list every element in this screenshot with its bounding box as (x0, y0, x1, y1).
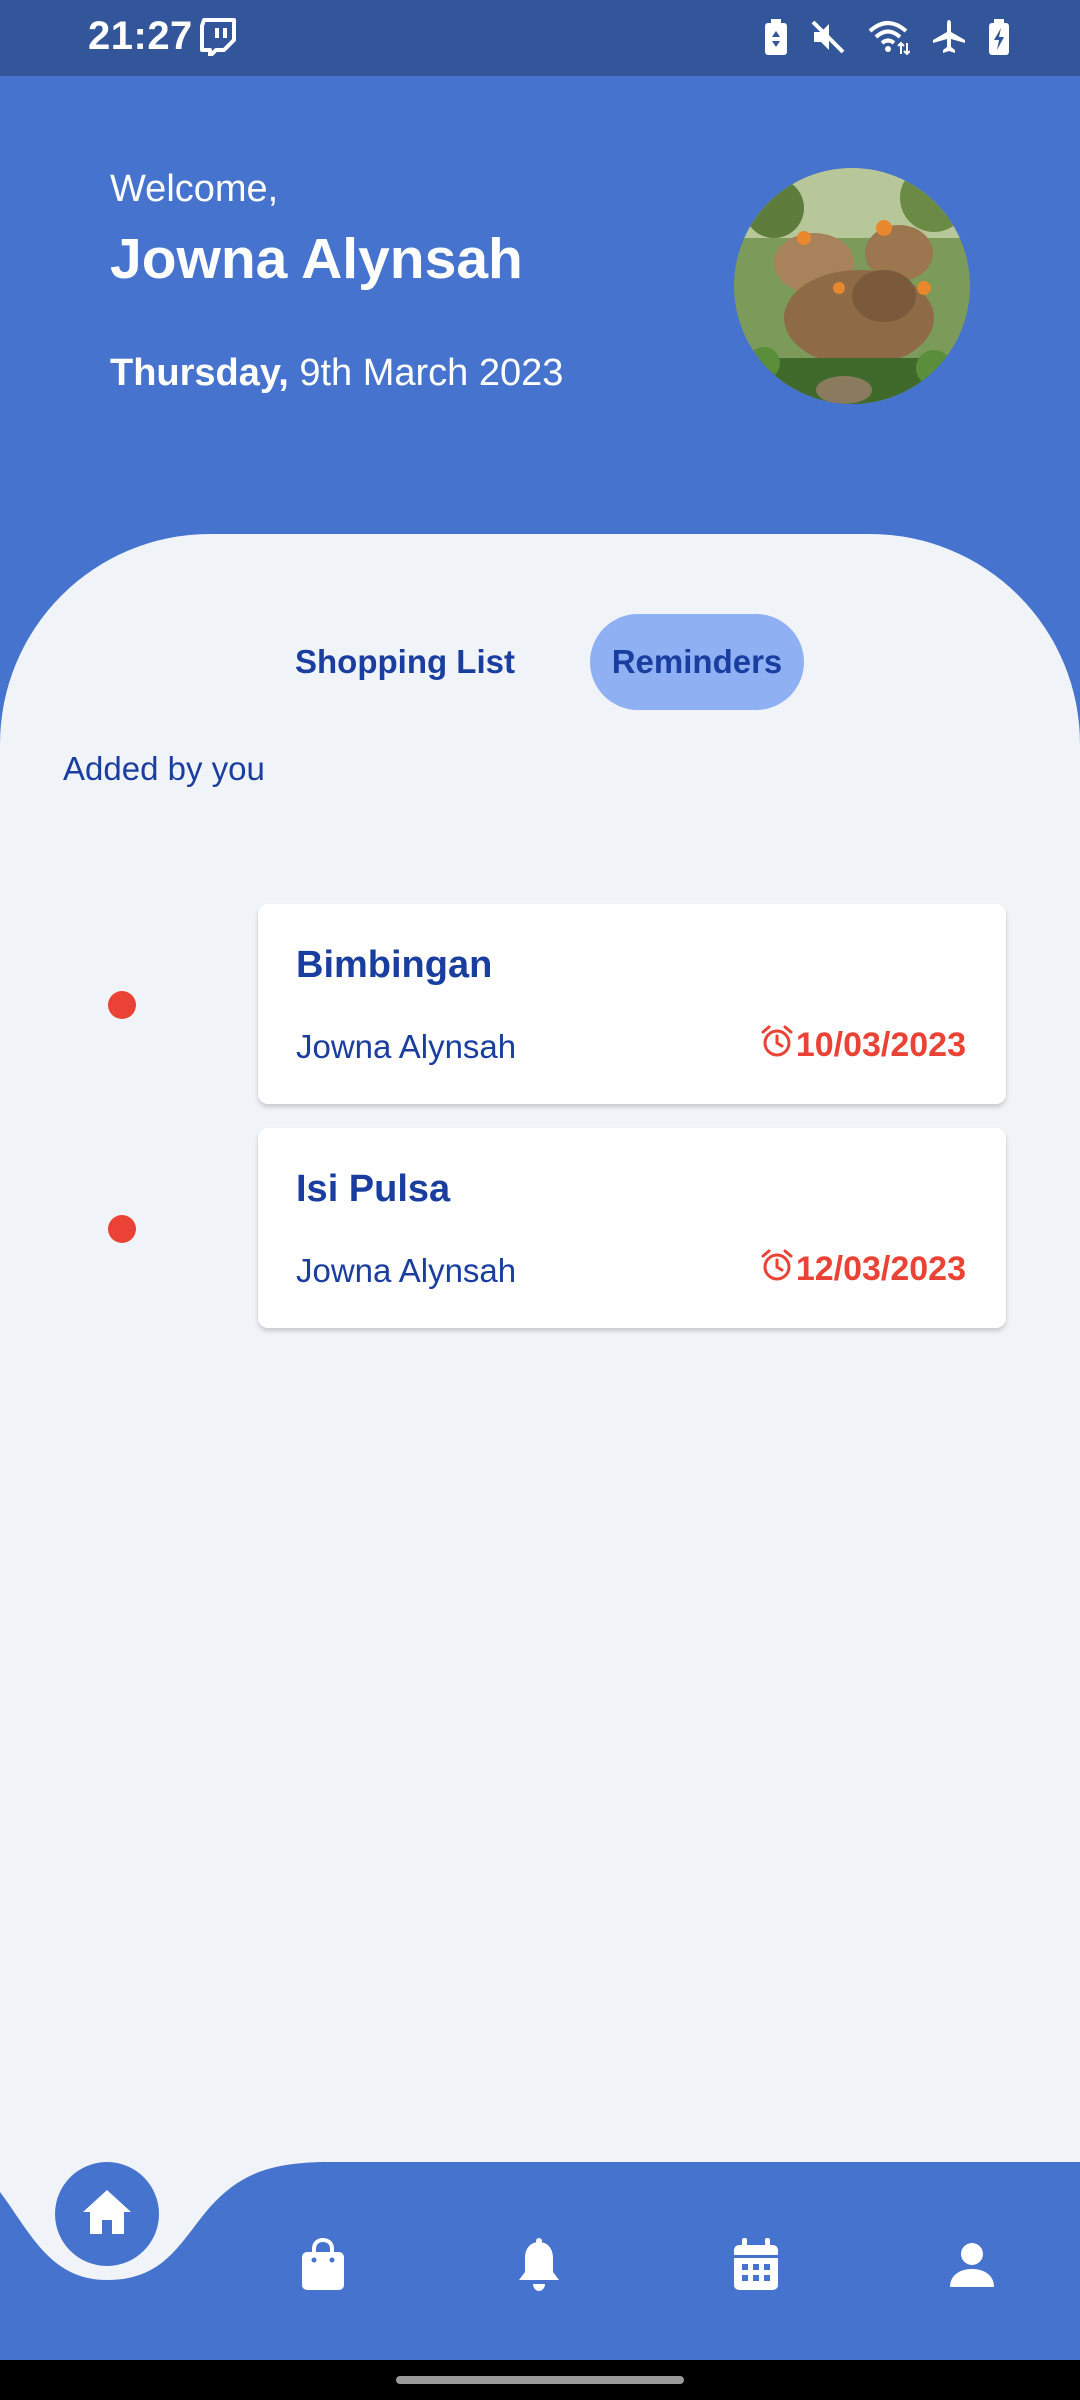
date-text: 9th March 2023 (299, 352, 564, 394)
status-bar: 21:27 (0, 0, 1080, 76)
reminder-title: Bimbingan (296, 944, 493, 986)
weekday: Thursday, (110, 352, 289, 394)
gesture-handle[interactable] (396, 2376, 684, 2384)
greeting: Welcome, (110, 168, 279, 210)
reminder-due: 12/03/2023 (760, 1248, 966, 1291)
section-label: Added by you (63, 750, 265, 787)
mute-icon (810, 19, 846, 55)
status-dot (108, 991, 136, 1019)
wifi-icon (868, 19, 910, 55)
due-date: 12/03/2023 (795, 1250, 966, 1288)
alarm-icon (760, 1024, 794, 1067)
reminder-owner: Jowna Alynsah (296, 1252, 517, 1289)
battery-saver-icon (764, 18, 788, 56)
user-name: Jowna Alynsah (110, 227, 523, 291)
reminder-title: Isi Pulsa (296, 1168, 451, 1210)
nav-shopping-button[interactable] (278, 2222, 368, 2312)
reminder-due: 10/03/2023 (760, 1024, 966, 1067)
bottom-navigation (0, 2162, 1080, 2360)
nav-profile-button[interactable] (927, 2222, 1017, 2312)
status-time: 21:27 (88, 14, 193, 58)
airplane-mode-icon (932, 19, 966, 55)
nav-notifications-button[interactable] (494, 2222, 584, 2312)
system-navigation-area (0, 2360, 1080, 2400)
person-icon (948, 2241, 996, 2294)
reminder-card[interactable]: Bimbingan Jowna Alynsah 10/03/2023 (258, 904, 1006, 1104)
shopping-bag-icon (300, 2237, 346, 2297)
tab-bar: Shopping List Reminders (0, 614, 1080, 710)
alarm-icon (760, 1248, 794, 1291)
calendar-icon (732, 2237, 780, 2297)
avatar[interactable] (734, 168, 970, 404)
nav-home-button[interactable] (55, 2162, 159, 2266)
bell-icon (516, 2237, 562, 2297)
list-item: Bimbingan Jowna Alynsah 10/03/2023 (0, 904, 1080, 1104)
due-date: 10/03/2023 (795, 1026, 966, 1064)
nav-calendar-button[interactable] (711, 2222, 801, 2312)
home-icon (81, 2188, 133, 2241)
current-date: Thursday, 9th March 2023 (110, 352, 563, 395)
tab-reminders[interactable]: Reminders (590, 614, 804, 710)
battery-charging-icon (988, 18, 1010, 56)
tab-shopping-list[interactable]: Shopping List (270, 614, 540, 710)
status-dot (108, 1215, 136, 1243)
reminder-card[interactable]: Isi Pulsa Jowna Alynsah 12/03/2023 (258, 1128, 1006, 1328)
reminder-owner: Jowna Alynsah (296, 1028, 517, 1065)
list-item: Isi Pulsa Jowna Alynsah 12/03/2023 (0, 1128, 1080, 1328)
twitch-icon (200, 18, 236, 61)
